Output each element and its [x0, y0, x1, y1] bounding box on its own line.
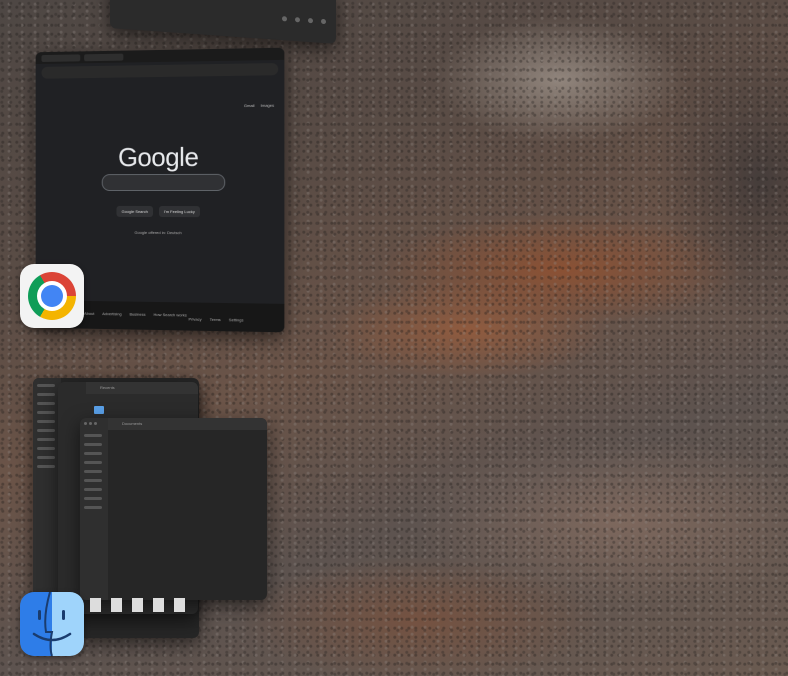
file-icons-row: [90, 598, 185, 612]
finder-face-icon: [32, 592, 72, 656]
finder-icon[interactable]: [20, 592, 84, 656]
search-buttons: Google Search I'm Feeling Lucky: [36, 205, 285, 218]
folder-icon: [94, 406, 104, 414]
footer-about: About: [84, 310, 95, 316]
offered-in-text: Google offered in: Deutsch: [134, 229, 182, 236]
footer-settings: Settings: [228, 317, 244, 323]
traffic-light-icons: [84, 422, 97, 425]
footer-advertising: Advertising: [102, 311, 122, 317]
footer-how-search-works: How Search works: [153, 311, 187, 318]
google-search-button: Google Search: [116, 205, 153, 217]
footer-business: Business: [129, 311, 146, 317]
address-bar: [41, 63, 279, 79]
google-search-box: [101, 173, 226, 192]
finder-titlebar: Documents: [108, 418, 267, 430]
chrome-icon[interactable]: [20, 264, 84, 328]
footer-privacy: Privacy: [188, 316, 202, 322]
finder-window-thumbnail-3[interactable]: Documents: [80, 418, 267, 600]
gmail-link: Gmail: [243, 102, 255, 109]
google-logo: Google: [118, 141, 199, 173]
window-controls: [110, 4, 336, 34]
google-top-links: Gmail Images: [244, 103, 274, 108]
finder-titlebar: Recents: [86, 382, 198, 394]
finder-sidebar: [80, 418, 108, 600]
chrome-logo: [28, 272, 76, 320]
footer-terms: Terms: [209, 316, 221, 323]
finder-title: Documents: [122, 421, 143, 426]
feeling-lucky-button: I'm Feeling Lucky: [158, 206, 200, 218]
images-link: Images: [260, 102, 275, 108]
finder-title: Recents: [100, 385, 115, 390]
